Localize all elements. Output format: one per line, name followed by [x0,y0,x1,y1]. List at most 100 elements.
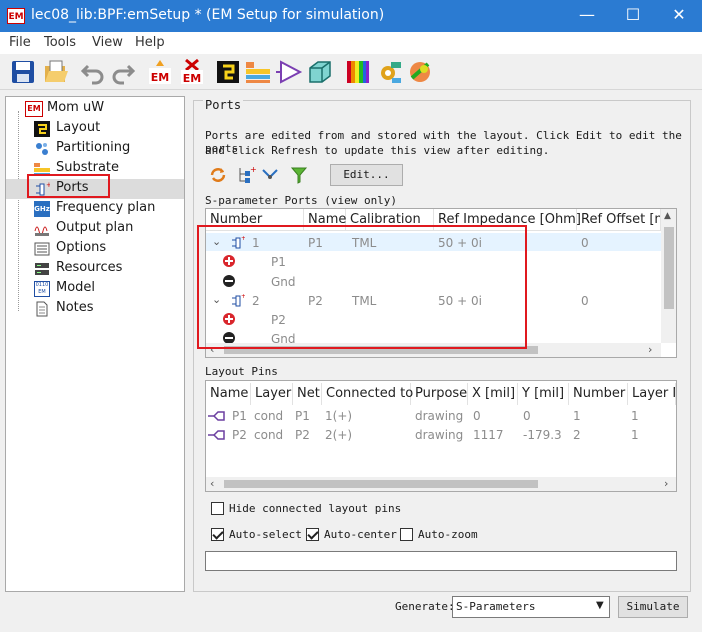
3d-view-icon[interactable] [306,58,334,86]
symbol-icon[interactable] [276,58,304,86]
tree-root-label: Mom uW [47,100,105,115]
pin-name: P1 [232,409,247,423]
col-pin-layer[interactable]: Layer [251,383,293,405]
tree-item-label: Substrate [56,160,120,175]
pin-connected: 2(+) [325,428,353,442]
setup-tree: EM Mom uW Layout Partitioning Substrate … [5,96,185,592]
menu-file[interactable]: File [9,35,31,50]
expand-all-icon[interactable]: + [236,165,257,185]
generate-label: Generate: [395,600,455,613]
redo-icon[interactable] [109,58,137,86]
tree-item-notes[interactable]: Notes [6,299,184,319]
pin-number: 2 [573,428,581,442]
minimize-button[interactable]: — [564,0,610,32]
pin-purpose: drawing [415,409,464,423]
ports-table-highlight-box [197,225,527,349]
toolbar: EM EM [0,54,702,90]
ports-highlight-box [27,174,110,198]
auto-select-checkbox[interactable] [211,528,224,541]
simulate-button[interactable]: Simulate [618,596,688,618]
hide-connected-label: Hide connected layout pins [229,502,402,515]
em-simulate-icon[interactable]: EM [146,58,174,86]
col-pin-net[interactable]: Net [293,383,322,405]
pin-name: P2 [232,428,247,442]
layout-pins-title: Layout Pins [205,365,278,378]
notes-icon [34,301,50,317]
pin-layer-n: 1 [631,428,639,442]
menu-view[interactable]: View [92,35,123,50]
scrollbar-thumb[interactable] [224,480,538,488]
tree-item-options[interactable]: Options [6,239,184,259]
pin-number: 1 [573,409,581,423]
col-pin-x[interactable]: X [mil] [468,383,518,405]
dropdown-arrow-icon[interactable]: ▼ [596,600,604,611]
em-icon: EM [25,101,43,117]
tree-root-mom-uw[interactable]: EM Mom uW [6,99,184,119]
spectrum-icon[interactable] [344,58,372,86]
scroll-right-icon[interactable]: › [664,477,668,490]
vertical-scrollbar[interactable]: ▲ [661,209,676,343]
edit-button[interactable]: Edit... [330,164,403,186]
auto-center-label: Auto-center [324,528,397,541]
col-ref-offset[interactable]: Ref Offset [m [577,209,661,231]
pin-x: 1117 [473,428,504,442]
save-icon[interactable] [9,58,37,86]
scroll-left-icon[interactable]: ‹ [210,477,214,490]
tree-item-output-plan[interactable]: Output plan [6,219,184,239]
tree-item-label: Resources [56,260,123,275]
sparam-ports-title: S-parameter Ports (view only) [205,194,398,207]
pin-connected: 1(+) [325,409,353,423]
col-pin-number[interactable]: Number [569,383,628,405]
menu-tools[interactable]: Tools [44,35,76,50]
pin-layer: cond [254,409,284,423]
em-stop-icon[interactable]: EM [178,58,206,86]
substrate-icon[interactable] [244,58,272,86]
svg-text:EM: EM [151,71,169,84]
svg-text:+: + [250,165,256,174]
auto-center-checkbox[interactable] [306,528,319,541]
options-icon [34,241,50,257]
tree-item-model[interactable]: 0110 EM Model [6,279,184,299]
col-pin-name[interactable]: Name [206,383,251,405]
tree-item-label: Output plan [56,220,134,235]
tree-item-label: Notes [56,300,94,315]
auto-zoom-checkbox[interactable] [400,528,413,541]
pin-purpose: drawing [415,428,464,442]
tree-item-label: Partitioning [56,140,131,155]
close-button[interactable]: ✕ [656,0,702,32]
collapse-all-icon[interactable] [260,165,280,185]
far-field-icon[interactable] [406,58,434,86]
output-plan-icon [34,221,50,237]
scrollbar-thumb[interactable] [664,227,674,309]
tree-item-partitioning[interactable]: Partitioning [6,139,184,159]
scroll-right-icon[interactable]: › [648,343,652,356]
undo-icon[interactable] [79,58,107,86]
open-icon[interactable] [41,58,69,86]
horizontal-scrollbar[interactable]: ‹ › [206,477,676,491]
status-field[interactable] [205,551,677,571]
col-pin-layer-n[interactable]: Layer N [628,383,676,405]
app-badge-icon: EM [7,8,25,24]
tree-item-label: Frequency plan [56,200,156,215]
col-pin-purpose[interactable]: Purpose [411,383,468,405]
tree-item-resources[interactable]: Resources [6,259,184,279]
scroll-up-icon[interactable]: ▲ [664,211,671,221]
title-bar: EM lec08_lib:BPF:emSetup * (EM Setup for… [0,0,702,32]
generate-select[interactable]: S-Parameters ▼ [452,596,610,618]
layout-pins-table[interactable]: ^ Name Layer Net Connected to Purpose X … [205,380,677,492]
hide-connected-checkbox[interactable] [211,502,224,515]
settings-gear-icon[interactable] [376,58,404,86]
tree-item-layout[interactable]: Layout [6,119,184,139]
menu-help[interactable]: Help [135,35,165,50]
layout-view-icon[interactable] [214,58,242,86]
pin-layer-n: 1 [631,409,639,423]
refresh-icon[interactable] [208,165,228,185]
ports-description-line-2: and click Refresh to update this view af… [205,144,550,157]
tree-item-frequency-plan[interactable]: GHz Frequency plan [6,199,184,219]
col-pin-connected[interactable]: Connected to [322,383,413,405]
tree-item-label: Model [56,280,96,295]
maximize-button[interactable]: ☐ [610,0,656,32]
layout-icon [34,121,50,137]
col-pin-y[interactable]: Y [mil] [518,383,569,405]
filter-icon[interactable] [290,165,308,185]
